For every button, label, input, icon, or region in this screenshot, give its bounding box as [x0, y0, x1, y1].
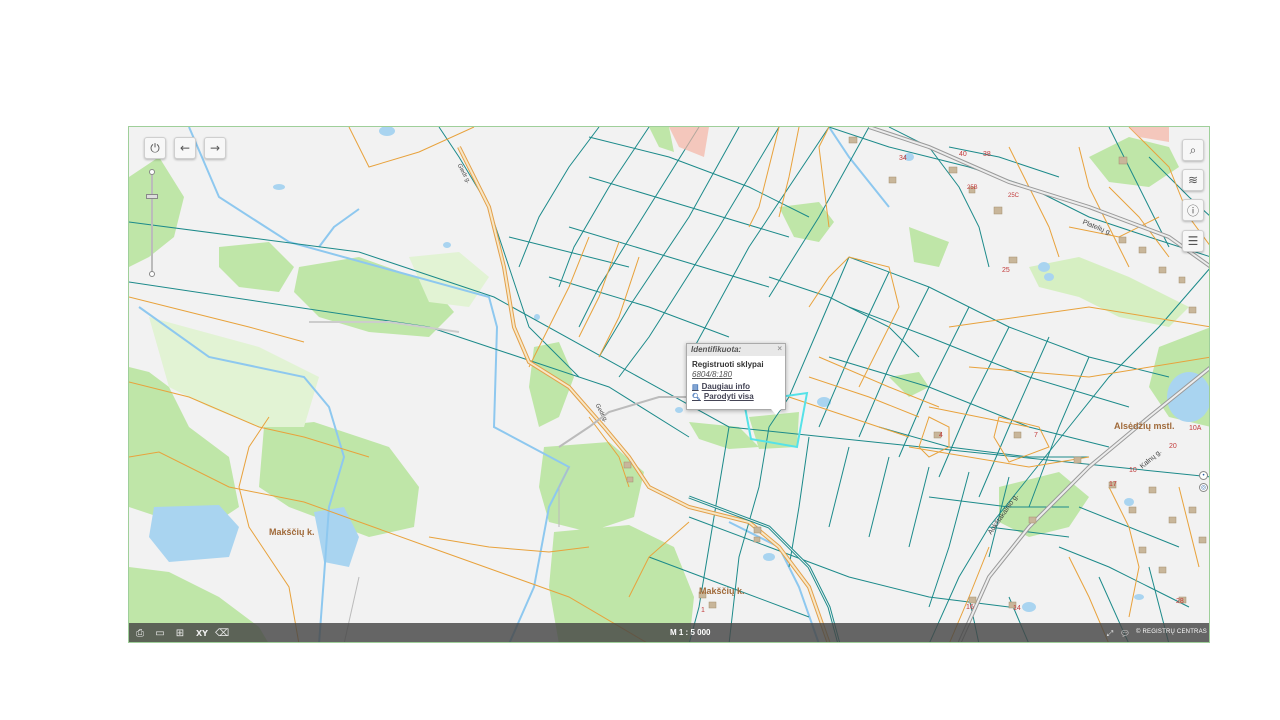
show-all-link[interactable]: 🔍︎ Parodyti visa [687, 391, 785, 401]
coordinates-button[interactable]: XY [193, 627, 211, 640]
search-icon: ⌕ [1189, 142, 1197, 157]
zoom-handle[interactable] [146, 194, 158, 199]
legend-icon: ☰ [1187, 234, 1199, 248]
place-label-maksciu-bottom: Makščių k. [699, 586, 745, 596]
house-number: 20 [1169, 443, 1177, 450]
zoom-slider[interactable] [146, 169, 158, 277]
house-number: 10 [1129, 467, 1137, 474]
chat-icon: 💬︎ [1119, 629, 1131, 638]
add-icon: ⊞ [175, 628, 185, 639]
zoom-out-end[interactable] [149, 271, 155, 277]
dot-icon: • [1202, 472, 1205, 479]
place-label-alsedziu: Alsėdžių mstl. [1114, 421, 1175, 431]
side-toggle-bottom[interactable]: ◎ [1199, 483, 1208, 492]
house-number: 40 [959, 151, 967, 158]
house-number: 38 [983, 151, 991, 158]
show-all-label: Parodyti visa [703, 392, 754, 401]
more-info-link[interactable]: ▤ Daugiau info [687, 379, 785, 391]
map-canvas[interactable] [129, 127, 1210, 643]
eraser-button[interactable]: ⌫ [215, 627, 229, 640]
search-button[interactable]: ⌕ [1182, 139, 1204, 161]
print-button[interactable]: ⎙ [133, 627, 147, 640]
popup-tail [771, 409, 781, 415]
ruler-icon: ▭ [155, 628, 165, 639]
map-scale: M 1 : 5 000 [670, 628, 711, 637]
more-info-label: Daugiau info [701, 382, 751, 391]
house-number: 16 [966, 604, 974, 611]
brand-text: REGISTRŲ CENTRAS [1142, 629, 1207, 635]
forward-button[interactable]: → [204, 137, 226, 159]
arrow-left-icon: ← [179, 141, 191, 155]
house-number: 17 [1109, 481, 1117, 488]
map-view[interactable]: Makščių k. Makščių k. Alsėdžių mstl. Pla… [128, 126, 1210, 643]
popup-close-button[interactable]: × [777, 344, 782, 353]
xy-label: XY [196, 629, 208, 638]
legend-button[interactable]: ☰ [1182, 230, 1204, 252]
popup-header-text: Identifikuota: [691, 345, 742, 354]
house-number: 10A [1189, 425, 1202, 432]
measure-button[interactable]: ▭ [153, 627, 167, 640]
house-number: 34 [899, 155, 907, 162]
house-number: 4 [939, 432, 943, 439]
house-number: 28 [1176, 598, 1184, 605]
brand-logo: © REGISTRŲ CENTRAS [1136, 629, 1207, 635]
house-number: 1 [701, 607, 705, 614]
house-number: 7 [1034, 432, 1038, 439]
power-icon: ⏻ [150, 140, 160, 155]
fullscreen-icon: ⤢ [1106, 628, 1114, 638]
fullscreen-button[interactable]: ⤢ [1105, 627, 1115, 640]
identify-popup: Identifikuota: × Registruoti sklypai 680… [686, 343, 786, 415]
feedback-button[interactable]: 💬︎ [1119, 627, 1131, 640]
info-button[interactable]: ⓘ [1182, 199, 1204, 221]
parcel-id-link[interactable]: 6804/8:180 [687, 369, 785, 379]
back-button[interactable]: ← [174, 137, 196, 159]
layers-icon: ≋ [1187, 173, 1199, 187]
popup-title: Registruoti sklypai [692, 360, 764, 369]
place-label-maksciu: Makščių k. [269, 527, 315, 537]
target-icon: ◎ [1200, 485, 1207, 491]
info-icon: ⓘ [1186, 203, 1199, 218]
house-number: 25 [1002, 267, 1010, 274]
zoom-track [151, 173, 153, 273]
print-icon: ⎙ [136, 628, 144, 639]
add-feature-button[interactable]: ⊞ [173, 627, 187, 640]
arrow-right-icon: → [209, 141, 221, 155]
power-button[interactable]: ⏻ [144, 137, 166, 159]
side-toggle-top[interactable]: • [1199, 471, 1208, 480]
magnifier-icon: 🔍︎ [692, 393, 701, 401]
bottom-toolbar: ⎙ ▭ ⊞ XY ⌫ M 1 : 5 000 ⤢ 💬︎ © REGISTRŲ C… [129, 623, 1209, 642]
house-number: 25B [967, 185, 978, 191]
popup-header: Identifikuota: × [687, 344, 785, 356]
zoom-in-end[interactable] [149, 169, 155, 175]
eraser-icon: ⌫ [214, 628, 230, 639]
layers-button[interactable]: ≋ [1182, 169, 1204, 191]
house-number: 25C [1008, 193, 1020, 199]
house-number: 14 [1013, 605, 1021, 612]
document-icon: ▤ [692, 383, 699, 391]
